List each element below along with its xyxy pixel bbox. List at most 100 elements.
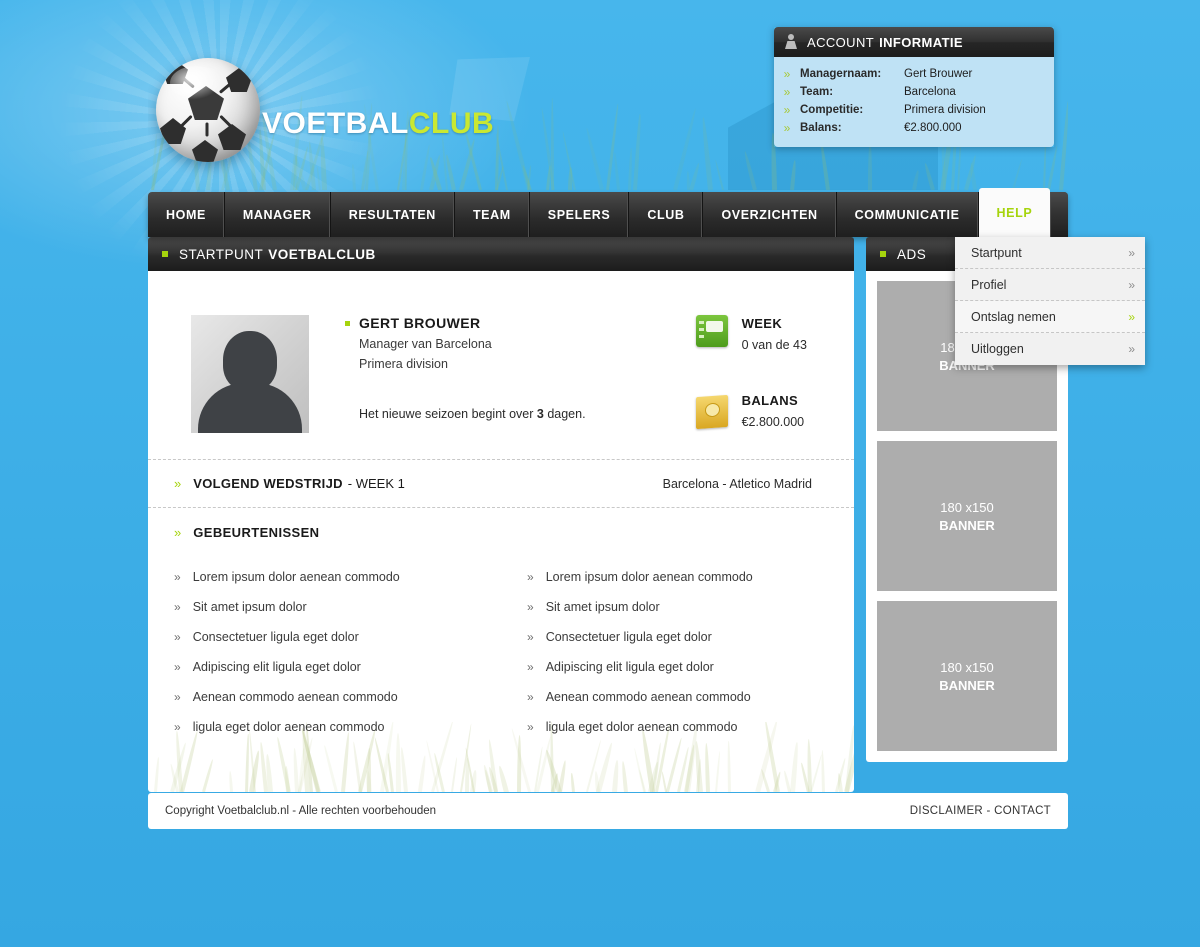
grass-blade: [613, 152, 621, 190]
nav-item-overzichten[interactable]: OVERZICHTEN: [703, 192, 837, 237]
event-item[interactable]: » Aenean commodo aenean commodo: [174, 682, 501, 712]
dropdown-item-uitloggen[interactable]: Uitloggen »: [955, 333, 1145, 365]
nav-item-team[interactable]: TEAM: [455, 192, 530, 237]
event-item[interactable]: » Aenean commodo aenean commodo: [527, 682, 854, 712]
events-heading: » GEBEURTENISSEN: [148, 508, 854, 548]
event-item[interactable]: » Lorem ipsum dolor aenean commodo: [174, 562, 501, 592]
next-match-title: » VOLGEND WEDSTRIJD - WEEK 1: [174, 476, 405, 491]
footer-disclaimer-link[interactable]: DISCLAIMER: [910, 805, 983, 817]
next-match-week: - WEEK 1: [347, 476, 405, 491]
nav-item-home[interactable]: HOME: [148, 192, 225, 237]
event-item-label: Adipiscing elit ligula eget dolor: [192, 660, 361, 674]
logo-text-part2: CLUB: [408, 107, 495, 140]
account-info-label: Balans:: [800, 122, 842, 134]
event-item[interactable]: » Adipiscing elit ligula eget dolor: [174, 652, 501, 682]
stat-title: BALANS: [741, 393, 799, 408]
dropdown-item-ontslag-nemen[interactable]: Ontslag nemen »: [955, 301, 1145, 333]
content-panel-title-bold: VOETBALCLUB: [268, 246, 376, 262]
event-item[interactable]: » ligula eget dolor aenean commodo: [174, 712, 501, 742]
stat-value: €2.800.000: [741, 415, 805, 429]
ad-banner-label: BANNER: [939, 677, 995, 693]
event-item[interactable]: » ligula eget dolor aenean commodo: [527, 712, 854, 742]
nav-item-resultaten[interactable]: RESULTATEN: [331, 192, 455, 237]
grass-blade: [1012, 159, 1023, 190]
chevron-right-icon: »: [174, 570, 181, 584]
event-item-label: Aenean commodo aenean commodo: [192, 690, 398, 704]
account-info-panel: ACCOUNT INFORMATIE » Managernaam: Gert Bro…: [774, 27, 1054, 147]
logo-text-part1: VOETBAL: [262, 107, 409, 140]
next-match-row: » VOLGEND WEDSTRIJD - WEEK 1 Barcelona -…: [148, 460, 854, 507]
nav-filler: [1050, 192, 1068, 237]
nav-item-manager[interactable]: MANAGER: [225, 192, 331, 237]
ad-banner-size: 180 x150: [940, 659, 994, 675]
chevron-right-icon: »: [527, 570, 534, 584]
event-item[interactable]: » Consectetuer ligula eget dolor: [174, 622, 501, 652]
chevron-right-icon: »: [527, 720, 534, 734]
profile-name: GERT BROUWER: [359, 315, 481, 331]
profile-role: Manager van Barcelona: [359, 337, 492, 351]
account-info-label: Team:: [800, 86, 834, 98]
events-separator: » GEBEURTENISSEN » Lorem ipsum dolor aene…: [148, 507, 854, 792]
chevron-right-icon: »: [783, 85, 791, 99]
site-logo-text[interactable]: VOETBALCLUB: [262, 107, 494, 141]
chevron-right-icon: »: [174, 660, 181, 674]
event-item-label: Lorem ipsum dolor aenean commodo: [545, 570, 753, 584]
chevron-right-icon: »: [174, 630, 181, 644]
ad-banner-size: 180 x150: [940, 499, 994, 515]
account-info-row: » Balans: €2.800.000: [774, 119, 1054, 137]
ad-banner[interactable]: 180 x150 BANNER: [877, 601, 1057, 751]
event-item[interactable]: » Lorem ipsum dolor aenean commodo: [527, 562, 854, 592]
event-item-label: ligula eget dolor aenean commodo: [192, 720, 385, 734]
chevron-right-icon: »: [174, 476, 181, 491]
account-info-value: €2.800.000: [904, 122, 962, 134]
nav-item-help[interactable]: HELP: [978, 188, 1051, 237]
season-note-after: dagen.: [543, 407, 586, 421]
event-item-label: Consectetuer ligula eget dolor: [192, 630, 359, 644]
nav-item-spelers[interactable]: SPELERS: [530, 192, 630, 237]
account-info-table: » Managernaam: Gert Brouwer » Team: Barcelona…: [774, 65, 1054, 137]
footer-contact-link[interactable]: CONTACT: [994, 805, 1051, 817]
event-item-label: Adipiscing elit ligula eget dolor: [545, 660, 714, 674]
chevron-right-icon: »: [1128, 277, 1135, 292]
event-item-label: Aenean commodo aenean commodo: [545, 690, 751, 704]
site-footer: Copyright Voetbalclub.nl - Alle rechten …: [148, 793, 1068, 829]
dropdown-item-label: Ontslag nemen: [971, 309, 1056, 324]
content-panel-body: GERT BROUWER Manager van Barcelona Prime…: [148, 271, 854, 792]
chevron-right-icon: »: [174, 720, 181, 734]
nav-item-club[interactable]: CLUB: [629, 192, 704, 237]
event-item-label: Lorem ipsum dolor aenean commodo: [192, 570, 400, 584]
chevron-right-icon: »: [783, 103, 791, 117]
event-item[interactable]: » Sit amet ipsum dolor: [174, 592, 501, 622]
event-item[interactable]: » Adipiscing elit ligula eget dolor: [527, 652, 854, 682]
page-wrapper: VOETBALCLUB ACCOUNT INFORMATIE » Managern…: [148, 0, 1145, 840]
content-panel-header: STARTPUNT VOETBALCLUB: [148, 237, 854, 271]
stat-balans: BALANS €2.800.000: [695, 392, 807, 430]
dropdown-item-profiel[interactable]: Profiel »: [955, 269, 1145, 301]
chevron-right-icon: »: [527, 630, 534, 644]
grass-blade: [633, 114, 642, 190]
stat-title: WEEK: [741, 316, 783, 331]
dropdown-item-startpunt[interactable]: Startpunt »: [955, 237, 1145, 269]
account-info-label: Managernaam:: [800, 68, 882, 80]
profile-row: GERT BROUWER Manager van Barcelona Prime…: [148, 271, 854, 459]
content-panel-title-light: STARTPUNT: [179, 246, 264, 262]
bullet-square-icon: [345, 320, 350, 326]
profile-name-line: GERT BROUWER: [345, 315, 586, 331]
grass-blade: [584, 127, 604, 190]
ads-panel-title: ADS: [897, 246, 927, 262]
chevron-right-icon: »: [1128, 342, 1135, 356]
profile-info: GERT BROUWER Manager van Barcelona Prime…: [345, 315, 586, 433]
footer-copyright: Copyright Voetbalclub.nl - Alle rechten …: [165, 805, 437, 817]
event-item[interactable]: » Sit amet ipsum dolor: [527, 592, 854, 622]
grass-blade: [689, 162, 702, 190]
next-match-label: VOLGEND WEDSTRIJD: [193, 476, 343, 491]
grass-blade: [867, 141, 873, 190]
nav-item-communicatie[interactable]: COMMUNICATIE: [837, 192, 979, 237]
next-match-fixture: Barcelona - Atletico Madrid: [662, 476, 812, 491]
account-info-row: » Team: Barcelona: [774, 83, 1054, 101]
stat-week: WEEK 0 van de 43: [695, 315, 807, 352]
dropdown-item-label: Startpunt: [971, 245, 1022, 260]
event-item[interactable]: » Consectetuer ligula eget dolor: [527, 622, 854, 652]
ad-banner[interactable]: 180 x150 BANNER: [877, 441, 1057, 591]
grass-blade: [923, 162, 936, 190]
